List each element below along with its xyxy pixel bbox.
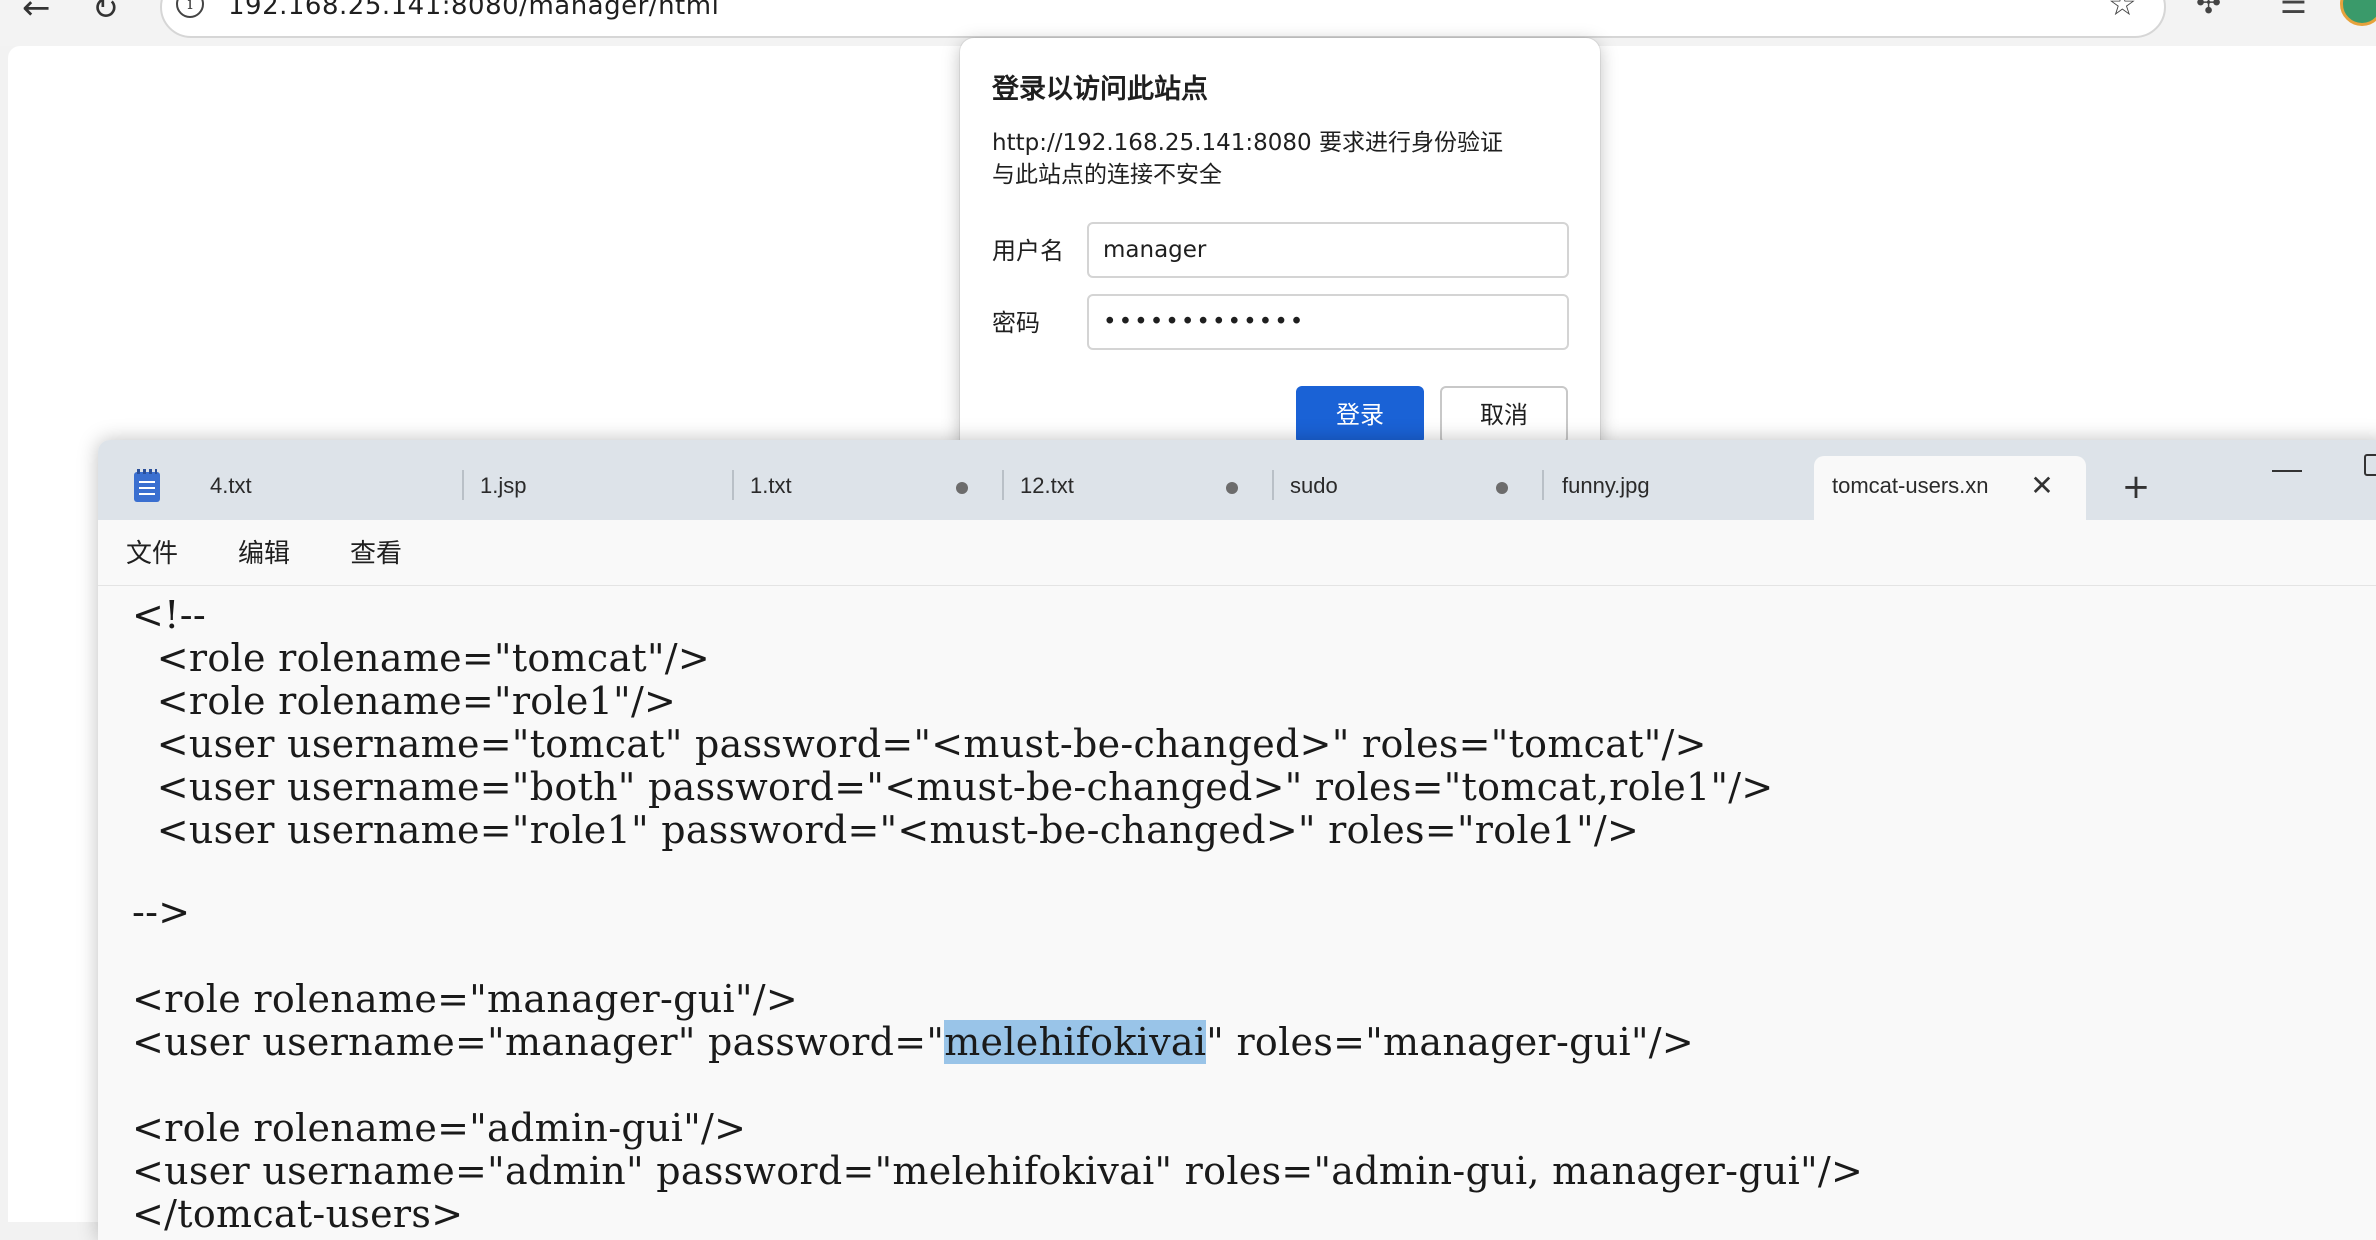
tab-tomcat-users-label: tomcat-users.xn (1832, 473, 1989, 498)
code-line: <role rolename="tomcat"/> (132, 636, 711, 680)
tab-separator (1002, 470, 1004, 500)
extensions-icon[interactable]: ✣ (2196, 0, 2232, 22)
cancel-button[interactable]: 取消 (1440, 386, 1568, 444)
minimize-icon[interactable] (2272, 462, 2302, 472)
back-icon[interactable]: ← (22, 0, 62, 28)
code-segment: <user username="manager" password=" (132, 1020, 945, 1064)
code-line: <!-- (132, 593, 206, 637)
url-text[interactable]: 192.168.25.141:8080/manager/html (228, 0, 719, 24)
username-input[interactable]: manager (1087, 222, 1569, 278)
code-line-selected: <user username="manager" password="meleh… (132, 1020, 1694, 1064)
tab-1-jsp[interactable]: 1.jsp (480, 470, 526, 502)
plus-icon[interactable]: + (2118, 470, 2154, 504)
login-button[interactable]: 登录 (1296, 386, 1424, 444)
tab-separator (1272, 470, 1274, 500)
star-icon[interactable]: ☆ (2108, 0, 2144, 22)
unsaved-dot-icon (956, 482, 968, 494)
code-line: </tomcat-users> (132, 1192, 464, 1236)
favorites-icon[interactable]: ☰ (2280, 0, 2320, 22)
code-segment: " roles="manager-gui"/> (1206, 1020, 1694, 1064)
selected-text: melehifokivai (944, 1020, 1207, 1064)
reload-icon[interactable]: ↻ (92, 0, 132, 28)
code-line: --> (132, 890, 191, 934)
menu-file[interactable]: 文件 (126, 536, 178, 572)
tab-separator (732, 470, 734, 500)
code-line: <user username="tomcat" password="<must-… (132, 722, 1707, 766)
username-label: 用户名 (992, 237, 1064, 265)
tab-separator (1542, 470, 1544, 500)
code-line: <role rolename="manager-gui"/> (132, 977, 798, 1021)
maximize-icon[interactable] (2364, 454, 2376, 476)
code-line: <role rolename="admin-gui"/> (132, 1106, 747, 1150)
menu-edit[interactable]: 编辑 (238, 536, 290, 572)
close-icon[interactable]: ✕ (2026, 470, 2058, 502)
code-line: <user username="admin" password="melehif… (132, 1149, 1864, 1193)
code-line: <user username="both" password="<must-be… (132, 765, 1774, 809)
dialog-message: http://192.168.25.141:8080 要求进行身份验证 (992, 130, 1503, 156)
menu-view[interactable]: 查看 (350, 536, 402, 572)
tab-12-txt[interactable]: 12.txt (1020, 470, 1074, 502)
unsaved-dot-icon (1226, 482, 1238, 494)
menu-bar (98, 520, 2376, 586)
tab-funny-jpg[interactable]: funny.jpg (1562, 470, 1650, 502)
unsaved-dot-icon (1496, 482, 1508, 494)
dialog-warning: 与此站点的连接不安全 (992, 162, 1222, 188)
dialog-title: 登录以访问此站点 (992, 74, 1208, 105)
code-line: <user username="role1" password="<must-b… (132, 808, 1640, 852)
code-line: <role rolename="role1"/> (132, 679, 677, 723)
password-label: 密码 (992, 309, 1040, 337)
password-input[interactable]: ••••••••••••• (1087, 294, 1569, 350)
notepad-icon (134, 469, 160, 502)
tab-4-txt[interactable]: 4.txt (210, 470, 252, 502)
tab-1-txt[interactable]: 1.txt (750, 470, 792, 502)
tab-sudo[interactable]: sudo (1290, 470, 1338, 502)
tab-separator (462, 470, 464, 500)
